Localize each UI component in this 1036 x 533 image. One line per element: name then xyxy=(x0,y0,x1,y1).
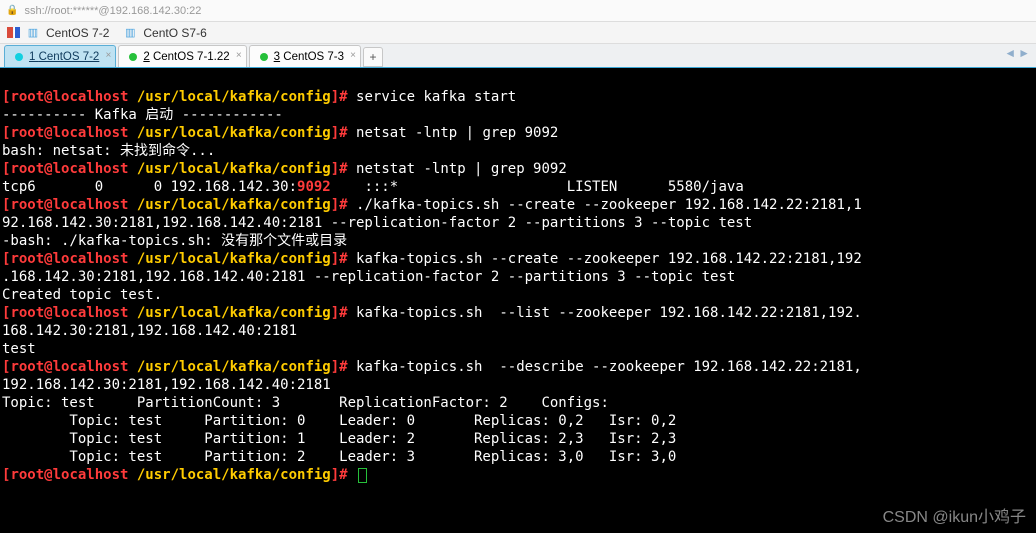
cursor-icon xyxy=(358,468,367,483)
toolbar-session-1[interactable]: CentOS 7-2 xyxy=(46,26,109,40)
close-icon[interactable]: × xyxy=(350,50,356,61)
out-partition-1: Topic: test Partition: 1 Leader: 2 Repli… xyxy=(2,431,676,447)
tab-centos-7-3[interactable]: 3 CentOS 7-3 × xyxy=(249,45,361,67)
document-icon[interactable]: ▥ xyxy=(26,26,40,40)
cmd-netsat: netsat -lntp | grep 9092 xyxy=(356,125,558,141)
terminal[interactable]: [root@localhost /usr/local/kafka/config]… xyxy=(0,68,1036,533)
toolbar-session-2[interactable]: CentO S7-6 xyxy=(143,26,206,40)
tab-centos-7-1-22[interactable]: 2 CentOS 7-1.22 × xyxy=(118,45,246,67)
out-partition-0: Topic: test Partition: 0 Leader: 0 Repli… xyxy=(2,413,676,429)
cmd-list-topics: kafka-topics.sh --list --zookeeper 192.1… xyxy=(356,305,862,321)
status-dot-icon xyxy=(129,53,137,61)
cmd-create-topic: kafka-topics.sh --create --zookeeper 192… xyxy=(356,251,862,267)
add-tab-button[interactable]: + xyxy=(363,47,383,67)
out-created-topic: Created topic test. xyxy=(2,287,162,303)
close-icon[interactable]: × xyxy=(106,50,112,61)
tab-nav-arrows: ◄ ► xyxy=(1004,46,1030,60)
status-dot-icon xyxy=(260,53,268,61)
watermark: CSDN @ikun小鸡子 xyxy=(883,509,1026,527)
status-dot-icon xyxy=(15,53,23,61)
out-describe-header: Topic: test PartitionCount: 3 Replicatio… xyxy=(2,395,617,411)
out-bash-error: bash: netsat: 未找到命令... xyxy=(2,143,215,159)
panels-split-icon[interactable] xyxy=(6,26,20,40)
document-icon[interactable]: ▥ xyxy=(123,26,137,40)
cmd-create-topic-fail: ./kafka-topics.sh --create --zookeeper 1… xyxy=(356,197,862,213)
lock-icon: 🔒 xyxy=(6,5,18,16)
cmd-describe-topics: kafka-topics.sh --describe --zookeeper 1… xyxy=(356,359,862,375)
cmd-service-kafka-start: service kafka start xyxy=(356,89,516,105)
tab-prev-icon[interactable]: ◄ xyxy=(1004,46,1016,60)
ssh-address: ssh://root:******@192.168.142.30:22 xyxy=(24,5,201,17)
toolbar: ▥ CentOS 7-2 ▥ CentO S7-6 xyxy=(0,22,1036,44)
cmd-netstat: netstat -lntp | grep 9092 xyxy=(356,161,567,177)
tab-centos-7-2[interactable]: 1 CentOS 7-2 × xyxy=(4,45,116,67)
out-list-test: test xyxy=(2,341,36,357)
tab-bar: 1 CentOS 7-2 × 2 CentOS 7-1.22 × 3 CentO… xyxy=(0,44,1036,68)
tab-next-icon[interactable]: ► xyxy=(1018,46,1030,60)
out-no-such-file: -bash: ./kafka-topics.sh: 没有那个文件或目录 xyxy=(2,233,347,249)
out-partition-2: Topic: test Partition: 2 Leader: 3 Repli… xyxy=(2,449,676,465)
out-kafka-start: ---------- Kafka 启动 ------------ xyxy=(2,107,283,123)
title-bar: 🔒 ssh://root:******@192.168.142.30:22 xyxy=(0,0,1036,22)
close-icon[interactable]: × xyxy=(236,50,242,61)
